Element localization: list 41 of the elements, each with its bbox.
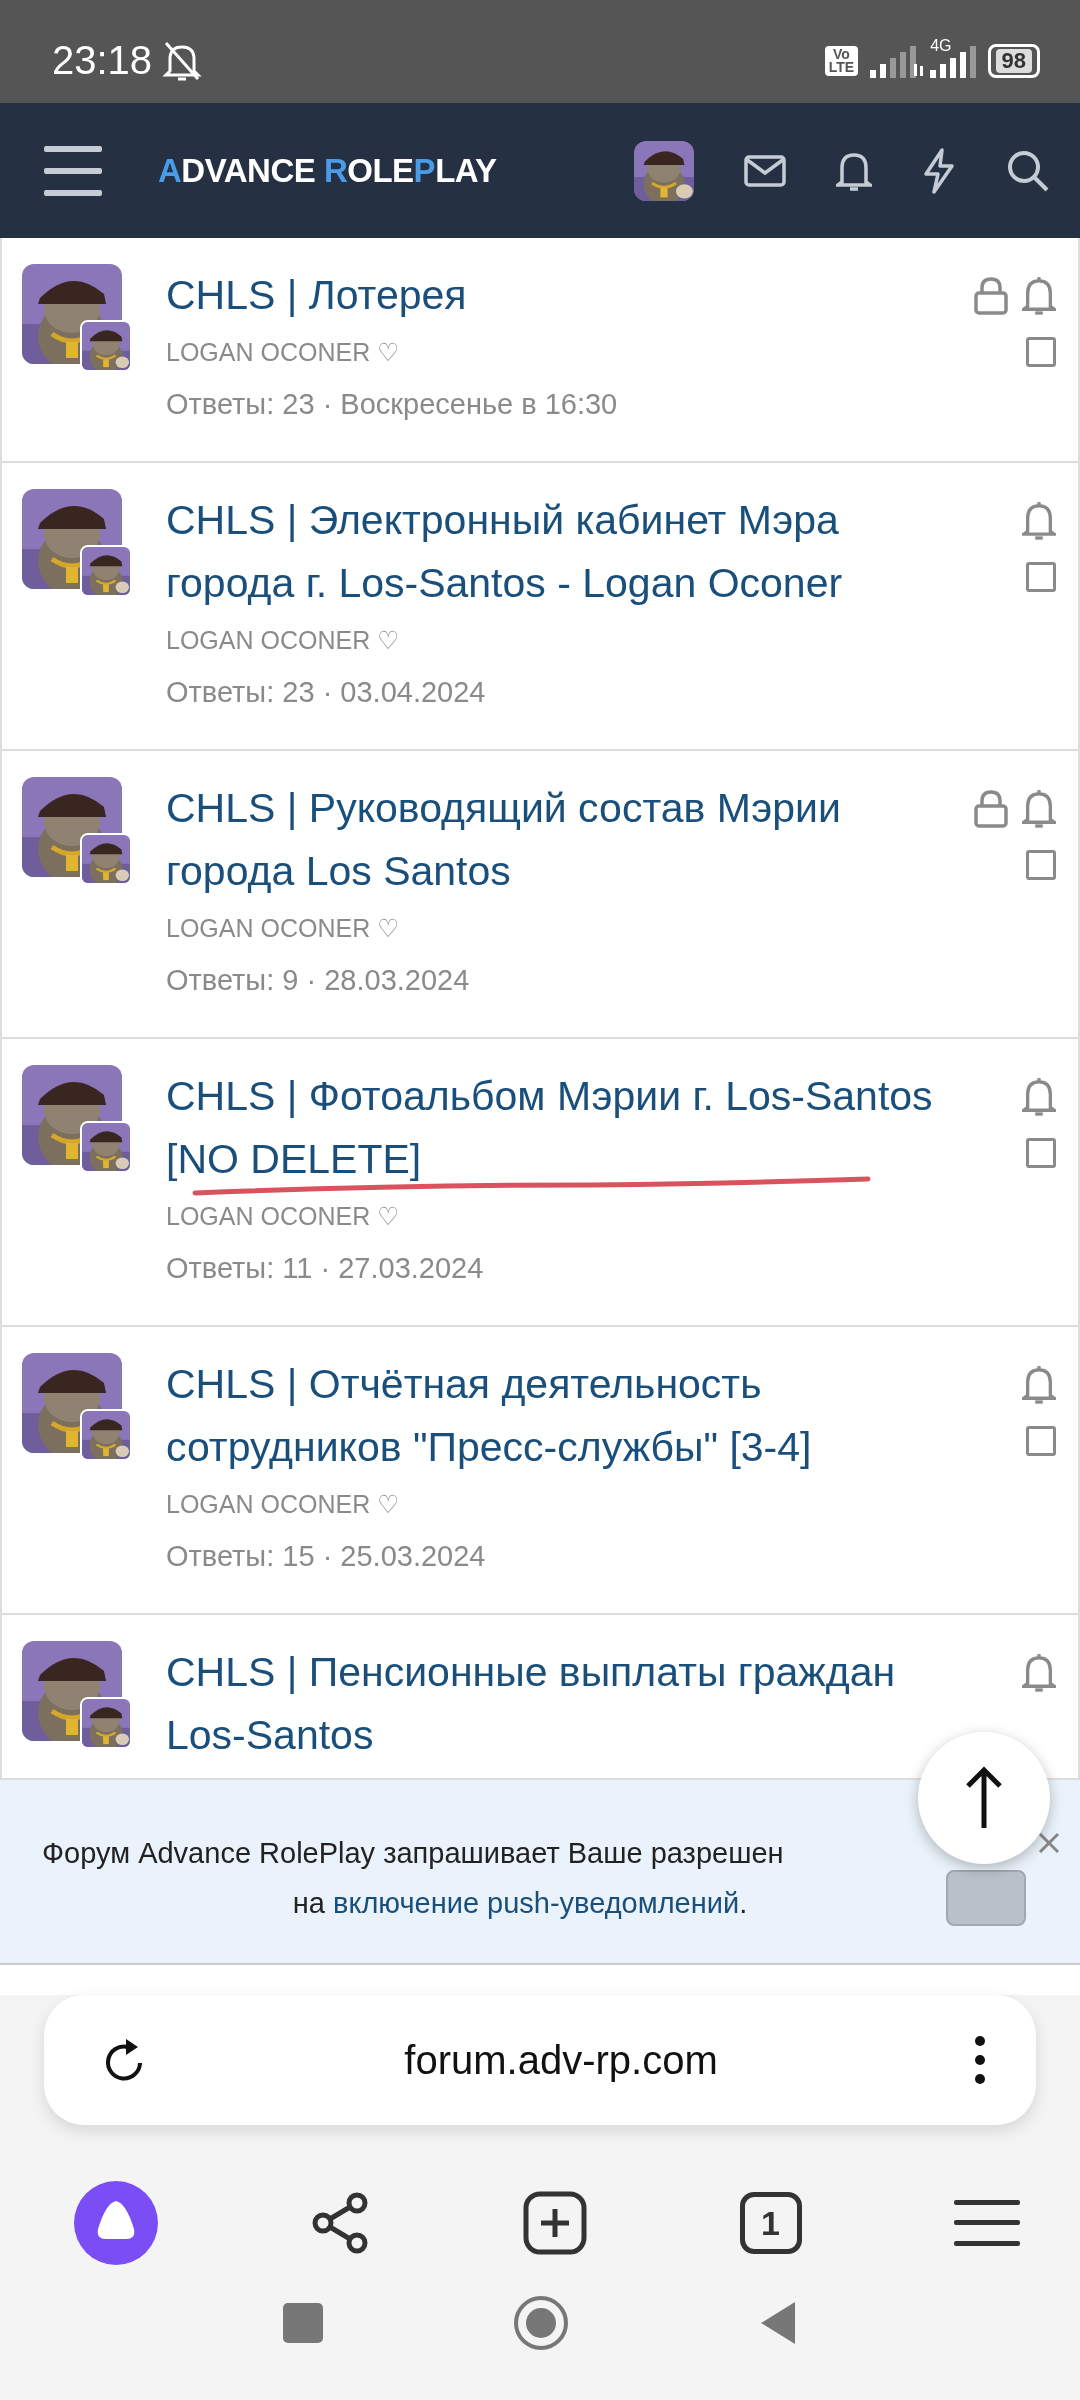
thread-title[interactable]: CHLS | Пенсионные выплаты граждан Los-Santos (144, 1641, 968, 1767)
site-logo[interactable]: ADVANCE ROLEPLAY (158, 151, 497, 190)
arrow-up-icon (964, 1766, 1004, 1830)
close-icon[interactable] (1038, 1832, 1060, 1854)
banner-text: Форум Advance RolePlay запрашивает Ваше разрешен (42, 1836, 784, 1871)
scroll-top-button[interactable] (918, 1732, 1050, 1864)
user-avatar[interactable] (634, 140, 694, 201)
tabs-button[interactable]: 1 (739, 2192, 802, 2254)
select-checkbox[interactable] (1026, 562, 1056, 592)
push-link[interactable]: включение push-уведомлений (333, 1887, 740, 1919)
thread-meta: Ответы: 23 · 03.04.2024 (165, 675, 487, 710)
clock: 23:18 (52, 38, 153, 83)
thread-meta: Ответы: 11 · 27.03.2024 (165, 1251, 485, 1286)
home-icon[interactable] (513, 2295, 569, 2351)
thread-title[interactable]: CHLS | Электронный кабинет Мэра города г. Los-Santos - Logan Oconer (144, 489, 968, 615)
thread-title[interactable]: CHLS | Руководящий состав Мэрии города Los Santos (144, 777, 968, 903)
select-checkbox[interactable] (1026, 1426, 1056, 1456)
thread-title[interactable]: CHLS | Фотоальбом Мэрии г. Los-Santos [NO DELETE] (144, 1065, 968, 1191)
banner-text: . (739, 1887, 748, 1919)
battery-icon: 98 (987, 43, 1040, 78)
select-checkbox[interactable] (1026, 850, 1056, 880)
lightning-icon[interactable] (922, 147, 956, 194)
thread-meta: Ответы: 15 · 25.03.2024 (165, 1539, 487, 1574)
volte-icon: Vo LTE (824, 45, 859, 76)
thread-meta: Ответы: 23 · Воскресенье в 16:30 (165, 387, 619, 422)
network-type: 4G (930, 36, 952, 55)
banner-text: на (292, 1887, 326, 1919)
back-icon[interactable] (759, 2300, 797, 2346)
mail-icon[interactable] (744, 154, 786, 187)
more-icon[interactable] (974, 2035, 986, 2085)
thread-meta: Ответы: 9 · 28.03.2024 (165, 963, 471, 998)
menu-icon[interactable] (44, 145, 102, 196)
assistant-icon[interactable] (74, 2181, 158, 2265)
new-tab-icon[interactable] (523, 2191, 587, 2255)
menu-icon[interactable] (954, 2200, 1020, 2246)
thread-title[interactable]: CHLS | Отчётная деятельность сотрудников "Пресс-службы" [3-4] (144, 1353, 968, 1479)
search-icon[interactable] (1006, 148, 1050, 193)
select-checkbox[interactable] (1026, 1138, 1056, 1168)
signal-icon (870, 43, 919, 78)
select-checkbox[interactable] (1026, 337, 1056, 367)
thread-title[interactable]: CHLS | Лотерея (144, 264, 968, 327)
